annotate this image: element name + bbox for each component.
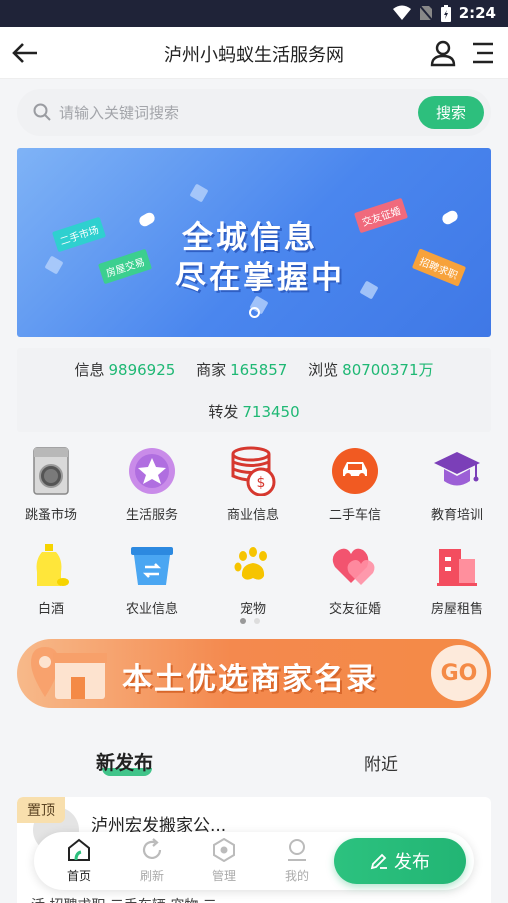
category-label: 生活服务 [125, 508, 178, 523]
edit-icon [370, 853, 387, 870]
home-icon [68, 838, 90, 861]
category-label: 宠物 [239, 602, 266, 617]
manage-icon [213, 837, 235, 863]
tab-new-posts[interactable]: 新发布 [96, 748, 153, 775]
stat-value: 80700371万 [342, 361, 434, 379]
category-item[interactable]: 交友征婚 [305, 540, 405, 617]
go-button[interactable]: GO [431, 645, 487, 701]
category-label: 白酒 [37, 602, 64, 617]
merchant-banner-text: 本土优选商家名录 [122, 662, 378, 697]
top-nav-bar: 泸州小蚂蚁生活服务网 [0, 27, 508, 79]
decor-cube [189, 183, 209, 203]
stat-label: 商家 [196, 361, 227, 379]
search-button[interactable]: 搜索 [418, 96, 484, 129]
stat-value: 713450 [242, 403, 300, 421]
publish-label: 发布 [394, 852, 430, 873]
svg-text:$: $ [257, 475, 266, 491]
category-label: 交友征婚 [328, 602, 381, 617]
stat-shares: 转发 713450 [208, 403, 299, 421]
washing-machine-icon [26, 446, 76, 496]
category-item[interactable]: 农业信息 [102, 540, 202, 617]
search-bar: 搜索 [17, 89, 491, 136]
refresh-icon [142, 838, 162, 859]
status-time: 2:24 [458, 4, 496, 22]
page-dot-active [240, 618, 246, 624]
building-icon [432, 540, 482, 590]
category-item[interactable]: 生活服务 [102, 446, 202, 523]
category-item[interactable]: 白酒 [1, 540, 101, 617]
tab-manage[interactable]: 管理 [204, 837, 244, 884]
page-dot [254, 618, 260, 624]
stat-views: 浏览 80700371万 [308, 361, 433, 379]
heart-icon [330, 540, 380, 590]
tab-mine[interactable]: 我的 [277, 838, 317, 884]
category-item[interactable]: 教育培训 [407, 446, 507, 523]
star-icon [127, 446, 177, 496]
user-icon[interactable] [430, 39, 456, 67]
stat-info: 信息 9896925 [74, 361, 175, 379]
car-icon [330, 446, 380, 496]
search-icon [33, 103, 51, 121]
basket-icon [127, 540, 177, 590]
tab-home[interactable]: 首页 [59, 838, 99, 884]
shop-location-icon [31, 647, 107, 699]
no-sim-icon [418, 5, 433, 21]
wifi-icon [392, 5, 411, 20]
liquor-bottle-icon [26, 540, 76, 590]
battery-icon [440, 4, 451, 22]
paw-icon [228, 540, 278, 590]
status-bar: 2:24 [0, 0, 508, 27]
banner-indicator [249, 307, 260, 318]
category-item[interactable]: 房屋租售 [407, 540, 507, 617]
category-item[interactable]: 二手车信 [305, 446, 405, 523]
stat-label: 信息 [74, 361, 105, 379]
profile-icon [288, 839, 306, 861]
stat-label: 转发 [208, 403, 239, 421]
stat-merchants: 商家 165857 [196, 361, 287, 379]
stat-label: 浏览 [308, 361, 339, 379]
category-page-indicator [240, 618, 260, 624]
category-item[interactable]: 跳蚤市场 [1, 446, 101, 523]
category-label: 房屋租售 [430, 602, 483, 617]
menu-icon[interactable] [470, 40, 496, 66]
post-snippet: 活 招聘求职 二手车辆 宠物 二 [31, 895, 217, 903]
merchant-directory-banner[interactable]: 本土优选商家名录 GO [17, 639, 491, 708]
category-label: 农业信息 [125, 602, 178, 617]
category-item[interactable]: $ 商业信息 [203, 446, 303, 523]
back-arrow-icon[interactable] [10, 39, 40, 67]
tab-label: 管理 [211, 869, 236, 883]
site-stats: 信息 9896925 商家 165857 浏览 80700371万 转发 713450 [17, 348, 491, 432]
stat-value: 9896925 [108, 361, 176, 379]
graduation-cap-icon [432, 446, 482, 496]
status-icons: 2:24 [392, 4, 496, 22]
tab-label: 刷新 [139, 869, 164, 883]
search-input[interactable] [59, 89, 419, 136]
category-label: 教育培训 [430, 508, 483, 523]
tab-refresh[interactable]: 刷新 [132, 838, 172, 884]
category-label: 商业信息 [226, 508, 279, 523]
category-item[interactable]: 宠物 [203, 540, 303, 617]
tab-label: 我的 [284, 869, 309, 883]
category-label: 二手车信 [328, 508, 381, 523]
coins-icon: $ [228, 446, 278, 496]
category-label: 跳蚤市场 [24, 508, 77, 523]
pinned-badge: 置顶 [17, 797, 65, 823]
stat-value: 165857 [230, 361, 288, 379]
tab-label: 首页 [66, 869, 91, 883]
publish-button[interactable]: 发布 [334, 838, 466, 884]
tab-nearby[interactable]: 附近 [364, 750, 398, 775]
